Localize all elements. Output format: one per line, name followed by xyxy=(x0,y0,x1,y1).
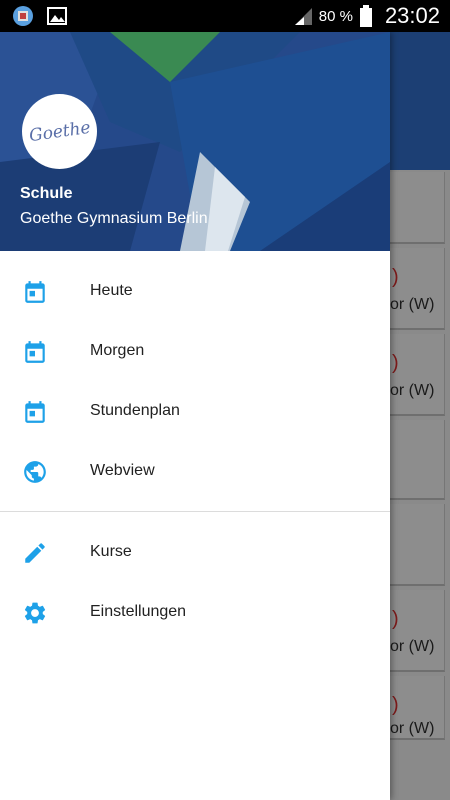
status-bar: 80 % 23:02 xyxy=(0,0,450,32)
menu-item-stundenplan[interactable]: Stundenplan xyxy=(0,381,390,441)
calendar-icon xyxy=(25,281,45,303)
app-notification-icon xyxy=(13,6,33,26)
menu-item-label: Einstellungen xyxy=(90,603,187,620)
pencil-icon xyxy=(25,543,45,563)
calendar-icon xyxy=(25,401,45,423)
header-title: Schule xyxy=(20,185,73,202)
menu-item-label: Webview xyxy=(90,462,155,479)
menu-item-kurse[interactable]: Kurse xyxy=(0,522,390,582)
calendar-icon xyxy=(25,341,45,363)
menu-item-label: Heute xyxy=(90,282,133,299)
globe-icon xyxy=(24,461,46,483)
signal-icon xyxy=(294,8,312,25)
school-logo-avatar: Goethe xyxy=(22,94,97,169)
gear-icon xyxy=(24,602,46,624)
battery-icon xyxy=(359,5,372,27)
battery-percent: 80 % xyxy=(318,7,353,25)
avatar-logo-text: Goethe xyxy=(27,117,92,146)
menu-divider xyxy=(0,511,390,512)
menu-item-label: Kurse xyxy=(90,543,132,560)
drawer-header: Goethe Schule Goethe Gymnasium Berlin xyxy=(0,32,390,251)
menu-item-label: Morgen xyxy=(90,342,145,359)
menu-item-einstellungen[interactable]: Einstellungen xyxy=(0,582,390,642)
menu-item-label: Stundenplan xyxy=(90,402,180,419)
drawer-menu: Heute Morgen Stundenplan Webview Kurse E… xyxy=(0,251,390,642)
menu-item-heute[interactable]: Heute xyxy=(0,261,390,321)
header-subtitle: Goethe Gymnasium Berlin xyxy=(20,210,208,227)
clock: 23:02 xyxy=(384,3,440,28)
menu-item-morgen[interactable]: Morgen xyxy=(0,321,390,381)
navigation-drawer: Goethe Schule Goethe Gymnasium Berlin He… xyxy=(0,32,390,800)
image-icon xyxy=(47,7,67,25)
menu-item-webview[interactable]: Webview xyxy=(0,441,390,501)
